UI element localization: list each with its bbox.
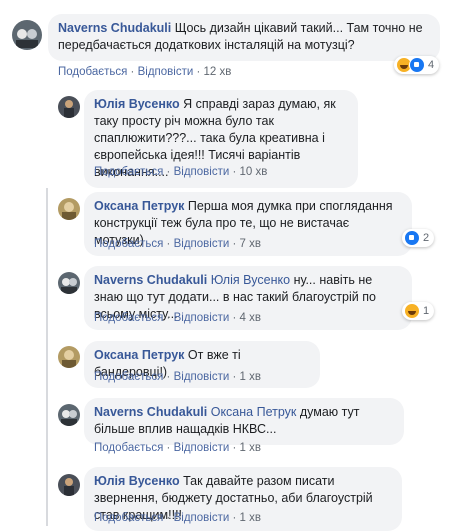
comment-bubble: Naverns Chudakuli Оксана Петрук думаю ту…	[84, 398, 404, 445]
like-link[interactable]: Подобається	[94, 512, 163, 524]
comment-author[interactable]: Юлія Вусенко	[94, 97, 180, 111]
comment-time[interactable]: 12 хв	[204, 66, 232, 78]
haha-icon	[404, 303, 420, 319]
avatar[interactable]	[58, 404, 80, 426]
comment-author[interactable]: Юлія Вусенко	[94, 474, 180, 488]
reply-link[interactable]: Відповісти	[138, 66, 194, 78]
comment-actions: Подобається · Відповісти · 1 хв	[94, 512, 261, 524]
like-icon	[409, 57, 425, 73]
comment-author[interactable]: Naverns Chudakuli	[58, 21, 171, 35]
reaction-count: 1	[423, 305, 430, 317]
reply-link[interactable]: Відповісти	[174, 371, 230, 383]
reply-link[interactable]: Відповісти	[174, 442, 230, 454]
avatar[interactable]	[58, 474, 80, 496]
comment-time[interactable]: 10 хв	[240, 166, 268, 178]
comment-actions: Подобається · Відповісти · 10 хв	[94, 166, 268, 178]
comment-actions: Подобається · Відповісти · 1 хв	[94, 371, 261, 383]
mention-link[interactable]: Юлія Вусенко	[211, 273, 290, 287]
reaction-count: 4	[428, 59, 435, 71]
comment-actions: Подобається · Відповісти · 1 хв	[94, 442, 261, 454]
avatar[interactable]	[58, 198, 80, 220]
comment-author[interactable]: Naverns Chudakuli	[94, 405, 207, 419]
comment-author[interactable]: Naverns Chudakuli	[94, 273, 207, 287]
like-link[interactable]: Подобається	[94, 238, 163, 250]
like-link[interactable]: Подобається	[94, 442, 163, 454]
like-icon	[404, 230, 420, 246]
avatar[interactable]	[12, 20, 42, 50]
comment-bubble: Naverns Chudakuli Щось дизайн цікавий та…	[48, 14, 440, 61]
comment-time[interactable]: 4 хв	[240, 312, 261, 324]
comment-actions: Подобається · Відповісти · 7 хв	[94, 238, 261, 250]
comment-time[interactable]: 1 хв	[240, 371, 261, 383]
reaction-summary[interactable]: 4	[394, 56, 440, 74]
comment-time[interactable]: 1 хв	[240, 512, 261, 524]
comment-time[interactable]: 1 хв	[240, 442, 261, 454]
like-link[interactable]: Подобається	[94, 312, 163, 324]
reply-thread-line	[46, 188, 48, 526]
reply-link[interactable]: Відповісти	[174, 166, 230, 178]
avatar[interactable]	[58, 272, 80, 294]
like-link[interactable]: Подобається	[58, 66, 127, 78]
reply-link[interactable]: Відповісти	[174, 512, 230, 524]
comment-thread: Naverns Chudakuli Щось дизайн цікавий та…	[0, 0, 470, 531]
comment-time[interactable]: 7 хв	[240, 238, 261, 250]
reply-link[interactable]: Відповісти	[174, 312, 230, 324]
comment-actions: Подобається · Відповісти · 12 хв	[58, 66, 232, 78]
reaction-summary[interactable]: 2	[402, 229, 435, 247]
reaction-count: 2	[423, 232, 430, 244]
like-link[interactable]: Подобається	[94, 371, 163, 383]
avatar[interactable]	[58, 96, 80, 118]
mention-link[interactable]: Оксана Петрук	[211, 405, 297, 419]
comment-author[interactable]: Оксана Петрук	[94, 199, 184, 213]
avatar[interactable]	[58, 346, 80, 368]
like-link[interactable]: Подобається	[94, 166, 163, 178]
comment-author[interactable]: Оксана Петрук	[94, 348, 184, 362]
reaction-summary[interactable]: 1	[402, 302, 435, 320]
comment-actions: Подобається · Відповісти · 4 хв	[94, 312, 261, 324]
reply-link[interactable]: Відповісти	[174, 238, 230, 250]
